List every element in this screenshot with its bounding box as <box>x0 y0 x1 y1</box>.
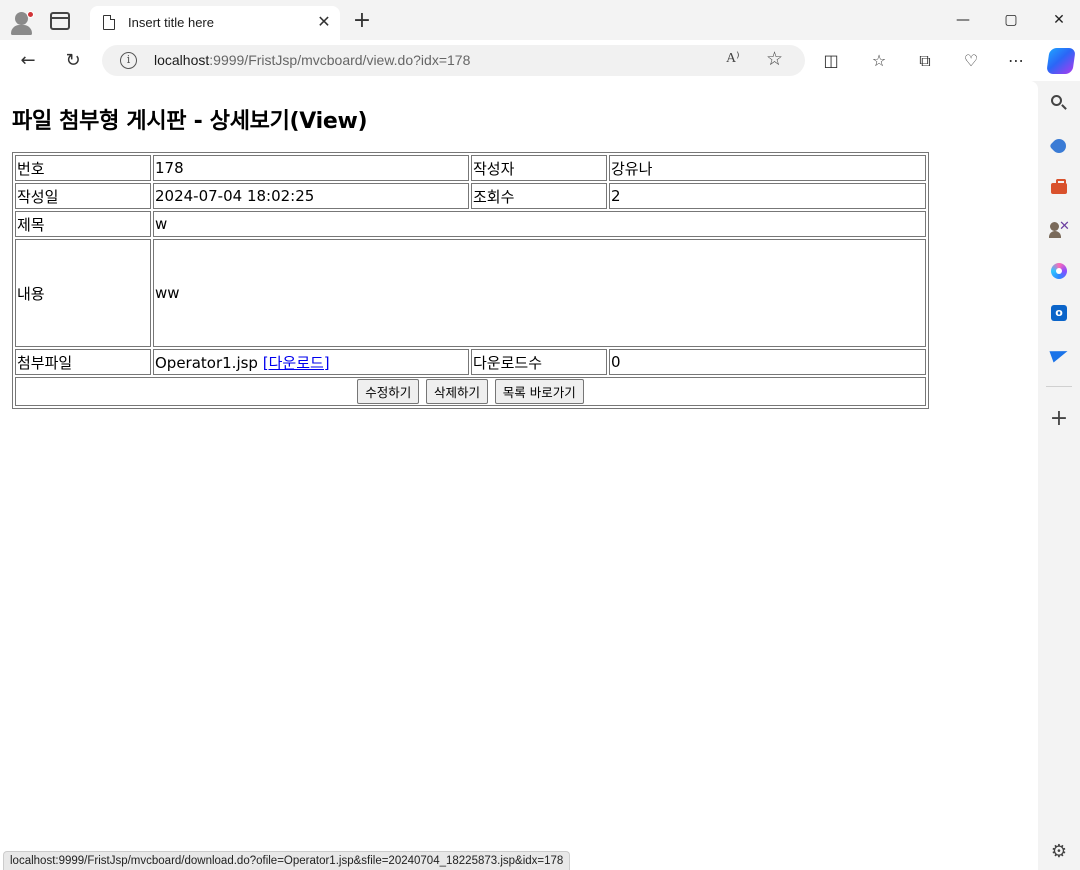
sidebar-add-icon[interactable]: + <box>1047 407 1071 431</box>
download-link[interactable]: [다운로드] <box>263 354 330 372</box>
value-date: 2024-07-04 18:02:25 <box>153 183 469 209</box>
tab-actions-icon[interactable] <box>50 12 70 30</box>
tab-title: Insert title here <box>128 15 214 30</box>
sidebar-settings-gear-icon[interactable]: ⚙ <box>1048 841 1070 863</box>
site-info-icon[interactable]: i <box>120 52 137 69</box>
label-title: 제목 <box>15 211 151 237</box>
browser-essentials-icon[interactable]: ♡ <box>960 50 982 72</box>
label-attachment: 첨부파일 <box>15 349 151 375</box>
post-detail-table: 번호 178 작성자 강유나 작성일 2024-07-04 18:02:25 조… <box>12 152 929 409</box>
back-arrow-icon[interactable]: ← <box>15 48 41 74</box>
label-number: 번호 <box>15 155 151 181</box>
sidebar-tools-icon[interactable] <box>1049 177 1069 197</box>
edge-sidebar: ✕ o + ⚙ <box>1038 81 1080 870</box>
url-host: localhost <box>154 52 210 68</box>
sidebar-search-icon[interactable] <box>1049 93 1069 113</box>
value-views: 2 <box>609 183 926 209</box>
label-date: 작성일 <box>15 183 151 209</box>
table-row: 제목 w <box>15 211 926 237</box>
page-title: 파일 첨부형 게시판 - 상세보기(View) <box>12 109 368 134</box>
url-path: :9999/FristJsp/mvcboard/view.do?idx=178 <box>209 52 471 68</box>
profile-avatar-icon[interactable] <box>9 9 35 35</box>
sidebar-divider <box>1046 386 1072 387</box>
label-views: 조회수 <box>471 183 607 209</box>
window-close-button[interactable]: ✕ <box>1042 8 1076 32</box>
collections-icon[interactable]: ⧉ <box>914 50 936 72</box>
sidebar-games-icon[interactable]: ✕ <box>1049 219 1070 239</box>
table-row: 내용 ww <box>15 239 926 347</box>
split-screen-icon[interactable]: ◫ <box>820 50 842 72</box>
page-viewport: 파일 첨부형 게시판 - 상세보기(View) 번호 178 작성자 강유나 작… <box>0 81 1038 870</box>
label-author: 작성자 <box>471 155 607 181</box>
value-download-count: 0 <box>609 349 926 375</box>
value-title: w <box>153 211 926 237</box>
label-download-count: 다운로드수 <box>471 349 607 375</box>
list-button[interactable]: 목록 바로가기 <box>494 379 584 404</box>
browser-toolbar: ← ↻ i localhost:9999/FristJsp/mvcboard/v… <box>0 40 1080 81</box>
sidebar-microsoft365-icon[interactable] <box>1049 261 1069 281</box>
address-url[interactable]: localhost:9999/FristJsp/mvcboard/view.do… <box>154 52 470 68</box>
status-bar-url: localhost:9999/FristJsp/mvcboard/downloa… <box>3 851 571 870</box>
tab-strip: Insert title here ✕ + — ▢ ✕ <box>0 0 1080 40</box>
browser-tab[interactable]: Insert title here ✕ <box>90 6 340 40</box>
value-author: 강유나 <box>609 155 926 181</box>
sidebar-shopping-icon[interactable] <box>1049 136 1069 156</box>
value-content: ww <box>153 239 926 347</box>
address-bar[interactable]: i localhost:9999/FristJsp/mvcboard/view.… <box>102 45 805 76</box>
more-options-icon[interactable]: ⋯ <box>1005 50 1027 72</box>
refresh-icon[interactable]: ↻ <box>60 48 86 74</box>
table-row: 번호 178 작성자 강유나 <box>15 155 926 181</box>
new-tab-icon[interactable]: + <box>350 9 374 33</box>
page-content: 파일 첨부형 게시판 - 상세보기(View) 번호 178 작성자 강유나 작… <box>12 103 929 409</box>
favorites-icon[interactable]: ☆ <box>868 50 890 72</box>
table-row: 수정하기 삭제하기 목록 바로가기 <box>15 377 926 406</box>
sidebar-drop-icon[interactable] <box>1049 344 1070 364</box>
window-maximize-button[interactable]: ▢ <box>994 8 1028 32</box>
delete-button[interactable]: 삭제하기 <box>426 379 489 404</box>
value-attachment: Operator1.jsp [다운로드] <box>153 349 469 375</box>
sidebar-outlook-icon[interactable]: o <box>1049 303 1069 323</box>
tab-close-icon[interactable]: ✕ <box>314 12 334 32</box>
action-buttons-cell: 수정하기 삭제하기 목록 바로가기 <box>15 377 926 406</box>
attachment-filename: Operator1.jsp <box>155 353 258 372</box>
read-aloud-icon[interactable]: A⁾ <box>726 50 740 67</box>
label-content: 내용 <box>15 239 151 347</box>
window-minimize-button[interactable]: — <box>946 8 980 32</box>
table-row: 작성일 2024-07-04 18:02:25 조회수 2 <box>15 183 926 209</box>
page-icon <box>103 15 115 30</box>
copilot-icon[interactable] <box>1046 48 1076 74</box>
edit-button[interactable]: 수정하기 <box>357 379 420 404</box>
value-number: 178 <box>153 155 469 181</box>
favorite-star-icon[interactable]: ☆ <box>766 48 783 70</box>
table-row: 첨부파일 Operator1.jsp [다운로드] 다운로드수 0 <box>15 349 926 375</box>
